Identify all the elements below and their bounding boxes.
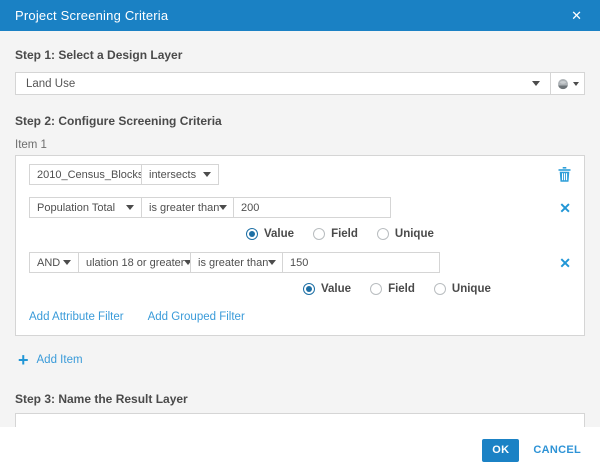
filter2-conjunction-value: AND <box>37 257 60 269</box>
chevron-down-icon <box>126 205 134 210</box>
filter2-mode-unique[interactable]: Unique <box>434 283 491 295</box>
filter1-field-value: Population Total <box>37 202 115 214</box>
delete-item-button[interactable] <box>558 167 571 182</box>
design-layer-select[interactable]: Land Use <box>16 73 551 94</box>
spatial-operator-select[interactable]: intersects <box>141 164 219 185</box>
cancel-button[interactable]: CANCEL <box>533 444 581 456</box>
trash-icon <box>558 167 571 182</box>
filter2-operator-value: is greater than <box>198 257 268 269</box>
radio-selected-icon <box>303 283 315 295</box>
project-screening-criteria-dialog: Project Screening Criteria ✕ Step 1: Sel… <box>0 0 600 473</box>
filter2-field-select[interactable]: ulation 18 or greater <box>78 252 191 273</box>
item-1-label: Item 1 <box>15 139 585 151</box>
step3-label: Step 3: Name the Result Layer <box>15 392 585 406</box>
filter2-value-input[interactable] <box>282 252 440 273</box>
chevron-down-icon <box>203 172 211 177</box>
attribute-filter-row-1: Population Total is greater than ✕ <box>29 197 571 218</box>
chevron-down-icon <box>573 82 579 86</box>
filter2-mode-value[interactable]: Value <box>303 283 351 295</box>
design-layer-value: Land Use <box>26 78 75 90</box>
filter2-mode-field[interactable]: Field <box>370 283 415 295</box>
chevron-down-icon <box>63 260 71 265</box>
attribute-filter-row-2: AND ulation 18 or greater is greater tha… <box>29 252 571 273</box>
filter2-mode-radios: Value Field Unique <box>303 282 571 296</box>
spatial-operator-value: intersects <box>149 169 196 181</box>
filter1-value-input[interactable] <box>233 197 391 218</box>
remove-filter1-icon[interactable]: ✕ <box>559 201 571 215</box>
filter1-field-select[interactable]: Population Total <box>29 197 142 218</box>
filter1-mode-unique[interactable]: Unique <box>377 228 434 240</box>
dialog-header: Project Screening Criteria ✕ <box>0 0 600 31</box>
dialog-footer: OK CANCEL <box>0 427 600 473</box>
step1-label: Step 1: Select a Design Layer <box>15 48 585 62</box>
filter1-operator-value: is greater than <box>149 202 219 214</box>
layer-options-button[interactable] <box>551 73 584 94</box>
filter1-mode-field[interactable]: Field <box>313 228 358 240</box>
chevron-down-icon <box>268 260 276 265</box>
criteria-layer-value: 2010_Census_Blocks <box>37 169 142 181</box>
remove-filter2-icon[interactable]: ✕ <box>559 256 571 270</box>
chevron-down-icon <box>219 205 227 210</box>
chevron-down-icon <box>532 81 540 86</box>
filter1-mode-value[interactable]: Value <box>246 228 294 240</box>
filter2-conjunction-select[interactable]: AND <box>29 252 79 273</box>
filter2-operator-select[interactable]: is greater than <box>190 252 283 273</box>
filter2-field-value: ulation 18 or greater <box>86 257 184 269</box>
design-layer-select-group: Land Use <box>15 72 585 95</box>
ok-button[interactable]: OK <box>482 439 519 462</box>
radio-selected-icon <box>246 228 258 240</box>
add-attribute-filter-link[interactable]: Add Attribute Filter <box>29 311 124 323</box>
radio-unselected-icon <box>377 228 389 240</box>
filter-links-row: Add Attribute Filter Add Grouped Filter <box>29 309 571 325</box>
add-item-button[interactable]: + Add Item <box>18 353 585 367</box>
dialog-title: Project Screening Criteria <box>15 8 168 23</box>
add-grouped-filter-link[interactable]: Add Grouped Filter <box>148 311 245 323</box>
plus-icon: + <box>18 353 29 367</box>
add-item-label: Add Item <box>37 354 83 366</box>
step2-label: Step 2: Configure Screening Criteria <box>15 114 585 128</box>
filter1-mode-radios: Value Field Unique <box>246 227 571 241</box>
filter1-operator-select[interactable]: is greater than <box>141 197 234 218</box>
radio-unselected-icon <box>370 283 382 295</box>
basemap-globe-icon <box>557 78 569 90</box>
layer-operator-row: 2010_Census_Blocks intersects <box>29 164 571 185</box>
radio-unselected-icon <box>434 283 446 295</box>
criteria-layer-select[interactable]: 2010_Census_Blocks <box>29 164 142 185</box>
radio-unselected-icon <box>313 228 325 240</box>
screening-item-card: 2010_Census_Blocks intersects <box>15 155 585 336</box>
close-icon[interactable]: ✕ <box>568 7 585 24</box>
dialog-body: Step 1: Select a Design Layer Land Use S… <box>0 48 600 438</box>
